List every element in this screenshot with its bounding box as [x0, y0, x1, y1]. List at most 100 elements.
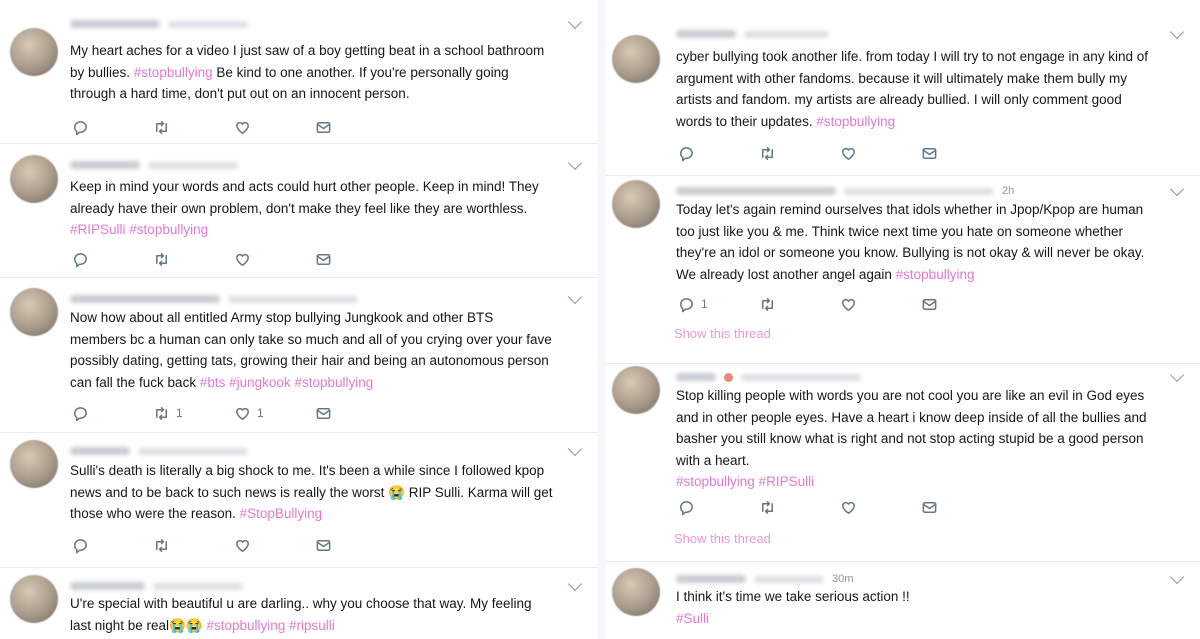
user-handle[interactable] — [148, 161, 238, 169]
retweet-button[interactable]: 1 — [153, 405, 234, 422]
hashtag-link[interactable]: #bts — [200, 375, 226, 390]
like-button[interactable]: 1 — [234, 405, 315, 422]
reply-icon — [72, 119, 89, 136]
hashtag-link[interactable]: #stopbullying — [129, 222, 208, 237]
message-icon — [315, 405, 332, 422]
display-name[interactable] — [676, 187, 836, 195]
avatar[interactable] — [612, 366, 660, 414]
reply-button[interactable] — [678, 145, 759, 162]
retweet-button[interactable] — [759, 296, 840, 313]
user-handle[interactable] — [754, 575, 824, 583]
chevron-down-icon[interactable] — [567, 441, 583, 457]
hashtag-link[interactable]: #stopbullying — [134, 65, 213, 80]
show-thread-link[interactable]: Show this thread — [674, 531, 771, 546]
user-handle[interactable] — [844, 187, 994, 195]
hashtag-link[interactable]: #StopBullying — [240, 506, 323, 521]
tweet-text-line: through a hard time, don't put out on an… — [70, 83, 544, 105]
message-button[interactable] — [921, 296, 1002, 313]
user-handle[interactable] — [153, 582, 243, 590]
display-name[interactable] — [676, 373, 716, 381]
message-button[interactable] — [315, 119, 396, 136]
avatar[interactable] — [10, 28, 58, 76]
message-button[interactable] — [315, 405, 396, 422]
hashtag-link[interactable]: #RIPSulli — [70, 222, 126, 237]
chevron-down-icon[interactable] — [567, 576, 583, 592]
user-handle[interactable] — [228, 295, 358, 303]
tweet-timestamp[interactable]: 2h — [1002, 185, 1014, 197]
hashtag-link[interactable]: #stopbullying — [676, 474, 755, 489]
tweet-card[interactable]: 30m I think it's time we take serious act… — [606, 561, 1200, 639]
tweet-card[interactable]: Stop killing people with words you are n… — [606, 363, 1200, 562]
chevron-down-icon[interactable] — [1169, 569, 1185, 585]
retweet-button[interactable] — [759, 145, 840, 162]
tweet-card[interactable]: Sulli's death is literally a big shock t… — [0, 432, 598, 568]
like-button[interactable] — [840, 296, 921, 313]
text-segment: those who were the reason. — [70, 506, 240, 521]
reply-button[interactable] — [72, 119, 153, 136]
display-name[interactable] — [676, 30, 736, 38]
avatar[interactable] — [612, 568, 660, 616]
user-handle[interactable] — [741, 373, 861, 381]
message-button[interactable] — [921, 145, 1002, 162]
avatar[interactable] — [10, 155, 58, 203]
avatar[interactable] — [10, 440, 58, 488]
show-thread-link[interactable]: Show this thread — [674, 326, 771, 341]
retweet-button[interactable] — [153, 537, 234, 554]
text-segment: Stop killing people with words you are n… — [676, 388, 1145, 403]
avatar[interactable] — [10, 288, 58, 336]
hashtag-link[interactable]: #stopbullying — [294, 375, 373, 390]
display-name[interactable] — [70, 447, 130, 455]
retweet-button[interactable] — [153, 119, 234, 136]
text-segment: already have their own problem, don't ma… — [70, 200, 528, 216]
tweet-card[interactable]: Now how about all entitled Army stop bul… — [0, 277, 598, 433]
hashtag-link[interactable]: #Sulli — [676, 611, 709, 626]
chevron-down-icon[interactable] — [1169, 367, 1185, 383]
tweet-card[interactable]: cyber bullying took another life. from t… — [606, 0, 1200, 176]
reply-button[interactable] — [72, 251, 153, 268]
like-button[interactable] — [234, 119, 315, 136]
chevron-down-icon[interactable] — [1169, 24, 1185, 40]
tweet-card[interactable]: 2h Today let's again remind ourselves tha… — [606, 175, 1200, 364]
chevron-down-icon[interactable] — [567, 14, 583, 30]
tweet-card[interactable]: Keep in mind your words and acts could h… — [0, 143, 598, 278]
avatar[interactable] — [612, 35, 660, 83]
hashtag-link[interactable]: #RIPSulli — [759, 474, 815, 489]
retweet-button[interactable] — [153, 251, 234, 268]
user-handle[interactable] — [138, 447, 248, 455]
like-button[interactable] — [234, 251, 315, 268]
text-segment: We already lost another angel again — [676, 266, 896, 282]
avatar[interactable] — [612, 180, 660, 228]
hashtag-link[interactable]: #stopbullying — [816, 114, 895, 129]
reply-button[interactable]: 1 — [678, 296, 759, 313]
reply-button[interactable] — [72, 405, 153, 422]
display-name[interactable] — [70, 295, 220, 303]
hashtag-link[interactable]: #ripsulli — [289, 618, 335, 633]
hashtag-link[interactable]: #jungkook — [229, 375, 291, 390]
avatar[interactable] — [10, 575, 58, 623]
message-button[interactable] — [921, 499, 1002, 516]
chevron-down-icon[interactable] — [567, 155, 583, 171]
message-button[interactable] — [315, 251, 396, 268]
reply-button[interactable] — [678, 499, 759, 516]
message-button[interactable] — [315, 537, 396, 554]
like-button[interactable] — [234, 537, 315, 554]
user-handle[interactable] — [168, 20, 248, 28]
display-name[interactable] — [70, 20, 160, 28]
tweet-timestamp[interactable]: 30m — [832, 573, 853, 585]
chevron-down-icon[interactable] — [1169, 181, 1185, 197]
tweet-card[interactable]: My heart aches for a video I just saw of… — [0, 0, 598, 144]
retweet-button[interactable] — [759, 499, 840, 516]
display-name[interactable] — [70, 161, 140, 169]
tweet-card[interactable]: U're special with beautiful u are darlin… — [0, 567, 598, 639]
user-handle[interactable] — [744, 30, 829, 38]
left-tweet-column: My heart aches for a video I just saw of… — [0, 0, 598, 639]
display-name[interactable] — [676, 575, 746, 583]
text-segment: through a hard time, don't put out on an… — [70, 86, 410, 101]
chevron-down-icon[interactable] — [567, 289, 583, 305]
hashtag-link[interactable]: #stopbullying — [206, 618, 285, 633]
display-name[interactable] — [70, 582, 145, 590]
like-button[interactable] — [840, 145, 921, 162]
like-button[interactable] — [840, 499, 921, 516]
reply-button[interactable] — [72, 537, 153, 554]
hashtag-link[interactable]: #stopbullying — [896, 267, 975, 282]
